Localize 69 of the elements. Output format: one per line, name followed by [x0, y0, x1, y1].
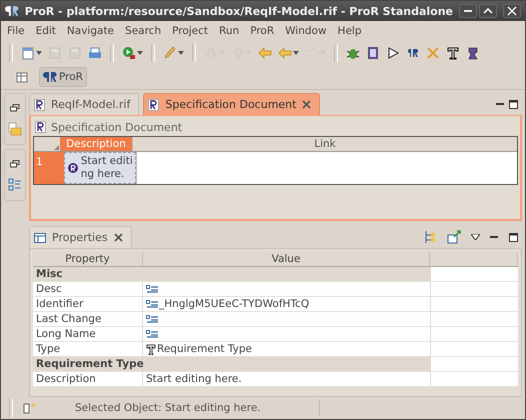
attribute-icon: [146, 330, 158, 338]
close-icon[interactable]: [114, 233, 123, 242]
menu-item[interactable]: Project: [172, 24, 208, 36]
app-logo-icon: [5, 5, 19, 17]
category-row[interactable]: Requirement Type: [33, 357, 431, 371]
property-name: Description: [33, 372, 143, 386]
type-icon: [446, 46, 460, 60]
table-cell[interactable]: Start editing here.: [64, 152, 136, 184]
tree-icon[interactable]: [423, 230, 437, 244]
status-icon: [23, 402, 35, 414]
menu-item[interactable]: Window: [285, 24, 327, 36]
logo-icon: [43, 71, 57, 83]
dropdown-arrow-icon: [178, 50, 184, 54]
column-header[interactable]: Property: [33, 252, 143, 266]
menu-item[interactable]: Navigate: [66, 24, 114, 36]
close-icon[interactable]: [302, 100, 312, 109]
property-name: Long Name: [33, 327, 143, 341]
dropdown-arrow-icon: [36, 50, 42, 54]
close-button[interactable]: [503, 4, 521, 18]
menu-item[interactable]: Help: [338, 24, 362, 36]
status-text: Selected Object: Start editing here.: [75, 402, 261, 414]
caret-up-icon: [483, 6, 493, 16]
menu-item[interactable]: Run: [219, 24, 240, 36]
document-icon: [34, 98, 45, 110]
save-all-icon: [68, 46, 82, 60]
menu-item[interactable]: Edit: [36, 24, 56, 36]
maximize-icon[interactable]: [509, 232, 518, 242]
menu-item[interactable]: Search: [125, 24, 162, 36]
print-icon: [88, 46, 102, 60]
maximize-button[interactable]: [479, 4, 497, 18]
document-icon: [148, 98, 160, 110]
properties-tab[interactable]: Properties: [29, 226, 132, 248]
attribute-icon: [146, 314, 158, 324]
attribute-icon: [146, 284, 158, 294]
menu-item[interactable]: ProR: [250, 24, 274, 36]
restore-icon[interactable]: [10, 104, 20, 112]
window-title: ProR - platform:/resource/Sandbox/ReqIf-Model.rif - ProR Standalone: [24, 4, 453, 18]
new-file-icon: [21, 46, 35, 60]
column-header[interactable]: Link: [132, 137, 517, 151]
outline-icon[interactable]: [8, 178, 22, 192]
dropdown-arrow-icon: [137, 50, 143, 54]
back-arrow-icon: [258, 46, 272, 60]
brush-icon: [163, 46, 177, 60]
menu-item[interactable]: File: [7, 24, 25, 36]
editor-tab[interactable]: ReqIf-Model.rif: [29, 93, 140, 115]
run-icon: [122, 46, 136, 60]
restore-icon[interactable]: [10, 160, 20, 168]
editor-tab[interactable]: Specification Document: [143, 93, 320, 115]
minimize-button[interactable]: [459, 4, 477, 18]
property-name: Identifier: [33, 297, 143, 311]
maximize-icon[interactable]: [509, 100, 518, 108]
dropdown-arrow-icon: [293, 50, 299, 54]
category-row[interactable]: Misc: [33, 267, 431, 281]
property-name: Desc: [33, 282, 143, 296]
view-menu-icon[interactable]: [471, 234, 480, 240]
property-name: Type: [33, 342, 143, 356]
table-icon: [34, 232, 46, 242]
save-icon: [48, 46, 62, 60]
attribute-icon: [146, 300, 158, 308]
property-name: Last Change: [33, 312, 143, 326]
requirement-icon: [68, 163, 78, 173]
close-icon: [507, 6, 517, 16]
table-icon: [15, 70, 29, 84]
editor-title: Specification Document: [51, 120, 182, 134]
document-icon: [35, 121, 46, 133]
perspective-tab[interactable]: ProR: [39, 67, 87, 87]
play-icon: [386, 46, 400, 60]
back-arrow-icon: [278, 46, 292, 60]
corner-triangle-icon: [54, 145, 59, 150]
